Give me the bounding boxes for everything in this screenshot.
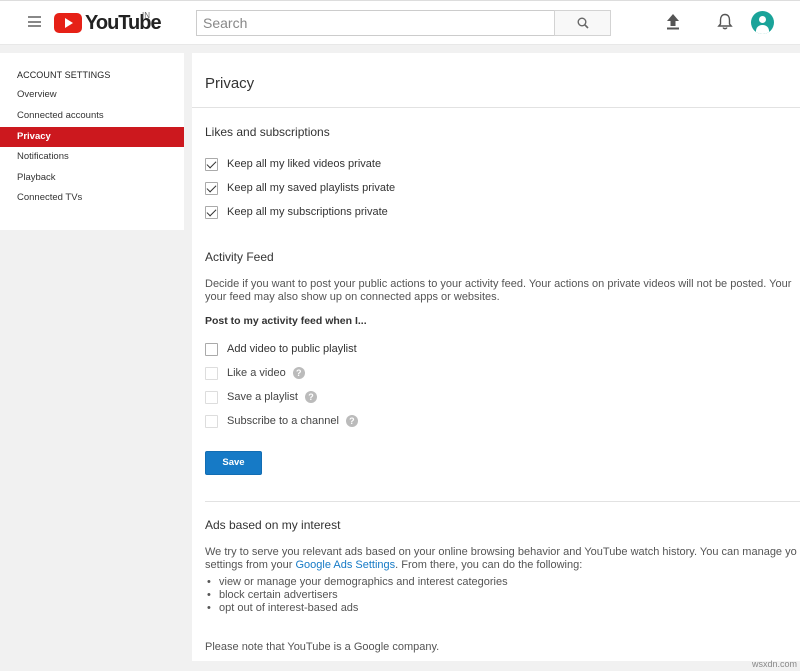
post-to-feed-subheading: Post to my activity feed when I... — [205, 315, 367, 327]
save-button[interactable]: Save — [205, 451, 262, 475]
sidebar-heading: ACCOUNT SETTINGS — [17, 70, 111, 80]
google-company-note: Please note that YouTube is a Google com… — [205, 641, 440, 653]
ads-description-line-2: settings from your Google Ads Settings. … — [205, 559, 800, 572]
like-a-video-option[interactable]: Like a video ? — [205, 365, 305, 381]
masthead: YouTube IN — [0, 0, 800, 45]
account-settings-sidebar: ACCOUNT SETTINGS Overview Connected acco… — [0, 53, 184, 230]
option-label: Add video to public playlist — [227, 343, 357, 355]
search-icon — [577, 17, 589, 29]
ads-interest-heading: Ads based on my interest — [205, 518, 341, 532]
save-a-playlist-checkbox[interactable] — [205, 390, 218, 404]
likes-subscriptions-heading: Likes and subscriptions — [205, 125, 330, 139]
option-label: Keep all my liked videos private — [227, 158, 382, 170]
liked-videos-private-checkbox[interactable] — [205, 157, 218, 171]
option-label: Keep all my saved playlists private — [227, 182, 396, 194]
list-item: block certain advertisers — [205, 589, 508, 602]
privacy-settings-panel: Privacy Likes and subscriptions Keep all… — [192, 53, 800, 661]
ads-text-suffix: . From there, you can do the following: — [395, 559, 583, 571]
menu-icon[interactable] — [28, 16, 41, 27]
sidebar-item-privacy[interactable]: Privacy — [0, 127, 184, 147]
search-button[interactable] — [554, 10, 611, 36]
like-a-video-checkbox[interactable] — [205, 366, 218, 380]
search-input[interactable] — [197, 11, 554, 35]
help-icon[interactable]: ? — [304, 391, 317, 403]
search-box — [196, 10, 555, 36]
add-video-to-playlist-option[interactable]: Add video to public playlist — [205, 341, 357, 357]
google-ads-settings-link[interactable]: Google Ads Settings — [295, 559, 395, 571]
sidebar-item-connected-accounts[interactable]: Connected accounts — [0, 106, 184, 126]
add-video-to-playlist-checkbox[interactable] — [205, 342, 218, 356]
option-label: Save a playlist — [227, 391, 298, 403]
divider — [205, 501, 800, 502]
subscribe-to-channel-checkbox[interactable] — [205, 414, 218, 428]
notifications-bell-icon[interactable] — [717, 13, 733, 31]
sidebar-item-connected-tvs[interactable]: Connected TVs — [0, 188, 184, 208]
subscribe-to-channel-option[interactable]: Subscribe to a channel ? — [205, 413, 358, 429]
sidebar-item-playback[interactable]: Playback — [0, 168, 184, 188]
save-a-playlist-option[interactable]: Save a playlist ? — [205, 389, 317, 405]
ads-description-line-1: We try to serve you relevant ads based o… — [205, 546, 797, 558]
ads-text-prefix: settings from your — [205, 559, 296, 571]
liked-videos-private-option[interactable]: Keep all my liked videos private — [205, 156, 381, 172]
activity-feed-heading: Activity Feed — [205, 250, 274, 264]
top-border — [0, 0, 800, 1]
help-icon[interactable]: ? — [292, 367, 305, 379]
avatar[interactable] — [751, 11, 774, 34]
upload-icon[interactable] — [665, 13, 681, 30]
play-logo-icon — [54, 13, 82, 33]
sidebar-item-notifications[interactable]: Notifications — [0, 147, 184, 167]
ads-options-list: view or manage your demographics and int… — [205, 576, 508, 615]
subscriptions-private-option[interactable]: Keep all my subscriptions private — [205, 204, 388, 220]
subscriptions-private-checkbox[interactable] — [205, 205, 218, 219]
page-title: Privacy — [205, 75, 255, 92]
saved-playlists-private-checkbox[interactable] — [205, 181, 218, 195]
watermark: wsxdn.com — [752, 659, 798, 669]
activity-feed-description-line-1: Decide if you want to post your public a… — [205, 278, 792, 290]
option-label: Like a video — [227, 367, 286, 379]
option-label: Keep all my subscriptions private — [227, 206, 388, 218]
help-icon[interactable]: ? — [345, 415, 358, 427]
list-item: view or manage your demographics and int… — [205, 576, 508, 589]
sidebar-item-overview[interactable]: Overview — [0, 85, 184, 105]
divider — [192, 107, 800, 108]
region-label: IN — [142, 11, 150, 20]
list-item: opt out of interest-based ads — [205, 602, 508, 615]
option-label: Subscribe to a channel — [227, 415, 339, 427]
saved-playlists-private-option[interactable]: Keep all my saved playlists private — [205, 180, 395, 196]
activity-feed-description-line-2: your feed may also show up on connected … — [205, 291, 500, 303]
